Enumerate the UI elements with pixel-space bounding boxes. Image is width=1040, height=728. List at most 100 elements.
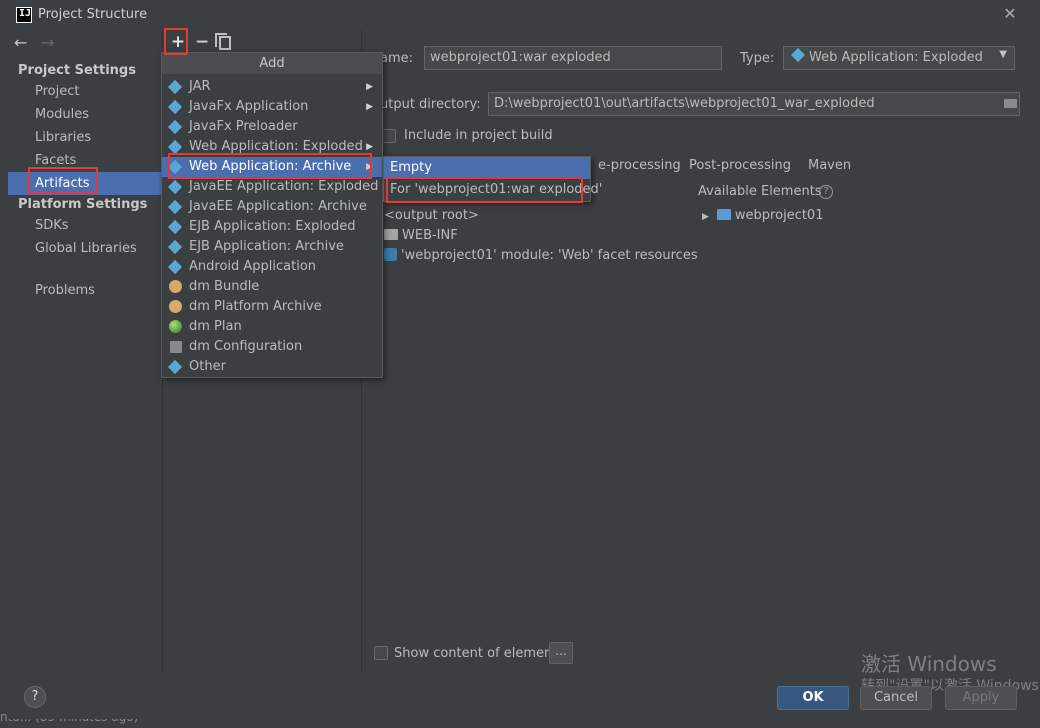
ejb-icon xyxy=(167,219,183,235)
output-directory-label: utput directory: xyxy=(380,97,481,112)
tab-maven[interactable]: Maven xyxy=(808,158,851,173)
highlight-for-exploded-item xyxy=(386,177,583,203)
highlight-artifacts-item xyxy=(28,167,98,194)
name-label: ame: xyxy=(380,51,414,66)
submenu-arrow-icon: ▶ xyxy=(366,102,373,112)
name-field[interactable]: webproject01:war exploded xyxy=(424,46,722,70)
submenu-arrow-icon: ▶ xyxy=(366,82,373,92)
forward-arrow-icon[interactable]: → xyxy=(41,33,54,52)
menu-item-ejb-app-archive[interactable]: EJB Application: Archive xyxy=(162,237,382,257)
menu-item-ejb-app-exploded[interactable]: EJB Application: Exploded xyxy=(162,217,382,237)
include-build-label: Include in project build xyxy=(404,128,553,143)
menu-item-dm-configuration[interactable]: dm Configuration xyxy=(162,337,382,357)
web-app-icon xyxy=(167,139,183,155)
background-ide-edge-left xyxy=(0,0,8,728)
menu-item-label: dm Plan xyxy=(189,319,242,334)
sidebar-item-project[interactable]: Project xyxy=(8,80,161,103)
activate-windows-watermark: 激活 Windows xyxy=(861,652,997,676)
background-ide-edge-right xyxy=(1032,0,1040,728)
output-root-node[interactable]: <output root> xyxy=(384,208,479,223)
menu-item-label: dm Configuration xyxy=(189,339,303,354)
menu-item-label: JavaFx Application xyxy=(189,99,309,114)
available-tree-item-label: webproject01 xyxy=(734,208,824,223)
other-icon xyxy=(167,359,183,375)
show-content-label: Show content of elements xyxy=(394,646,565,661)
show-content-checkbox[interactable] xyxy=(374,646,388,660)
folder-browse-icon[interactable] xyxy=(1004,99,1017,108)
include-build-checkbox[interactable] xyxy=(382,129,396,143)
submenu-item-empty[interactable]: Empty xyxy=(384,157,590,179)
ejb-icon xyxy=(167,239,183,255)
background-status-bar xyxy=(0,718,1040,728)
back-arrow-icon[interactable]: ← xyxy=(14,33,27,52)
more-options-button[interactable]: ... xyxy=(549,642,573,664)
help-button[interactable]: ? xyxy=(24,686,46,708)
apply-button[interactable]: Apply xyxy=(945,686,1017,710)
artifact-config-pane: ame: webproject01:war exploded Type: Web… xyxy=(362,30,1032,672)
javafx-icon xyxy=(167,119,183,135)
menu-item-javafx-application[interactable]: JavaFx Application ▶ xyxy=(162,97,382,117)
expand-arrow-icon[interactable]: ▶ xyxy=(702,212,709,222)
menu-item-dm-bundle[interactable]: dm Bundle xyxy=(162,277,382,297)
cancel-button[interactable]: Cancel xyxy=(860,686,932,710)
menu-item-dm-plan[interactable]: dm Plan xyxy=(162,317,382,337)
javafx-icon xyxy=(167,99,183,115)
bundle-icon xyxy=(169,280,182,293)
web-facet-icon xyxy=(384,248,397,261)
bundle-icon xyxy=(169,300,182,313)
web-inf-node[interactable]: WEB-INF xyxy=(384,228,458,243)
title-bar: IJ Project Structure ✕ xyxy=(8,0,1032,30)
type-label: Type: xyxy=(740,51,775,66)
sidebar-item-sdks[interactable]: SDKs xyxy=(8,214,161,237)
module-folder-icon xyxy=(716,209,731,220)
menu-item-label: JavaFx Preloader xyxy=(189,119,298,134)
menu-item-javafx-preloader[interactable]: JavaFx Preloader xyxy=(162,117,382,137)
sidebar-item-global-libraries[interactable]: Global Libraries xyxy=(8,237,161,260)
copy-icon[interactable] xyxy=(215,33,231,50)
add-menu-title: Add xyxy=(162,53,382,74)
settings-sidebar: ← → Project Settings Project Modules Lib… xyxy=(8,30,161,672)
facet-resources-label: 'webproject01' module: 'Web' facet resou… xyxy=(401,248,698,263)
sidebar-item-problems[interactable]: Problems xyxy=(8,279,161,302)
menu-item-jar[interactable]: JAR ▶ xyxy=(162,77,382,97)
jar-icon xyxy=(167,79,183,95)
highlight-add-button xyxy=(164,28,188,55)
menu-item-label: JAR xyxy=(189,79,211,94)
ok-button[interactable]: OK xyxy=(777,686,849,710)
close-icon[interactable]: ✕ xyxy=(1000,4,1020,24)
menu-item-label: Android Application xyxy=(189,259,317,274)
available-tree-item[interactable]: ▶ webproject01 xyxy=(702,208,823,223)
output-directory-field[interactable]: D:\webproject01\out\artifacts\webproject… xyxy=(488,92,1020,116)
window-title: Project Structure xyxy=(38,7,148,22)
type-select[interactable]: Web Application: Exploded ▼ xyxy=(783,46,1015,70)
web-inf-label: WEB-INF xyxy=(402,228,458,243)
sidebar-item-modules[interactable]: Modules xyxy=(8,103,161,126)
configuration-icon xyxy=(170,341,182,353)
help-circle-icon: ? xyxy=(819,185,833,199)
project-settings-header: Project Settings xyxy=(18,63,136,78)
menu-item-other[interactable]: Other xyxy=(162,357,382,377)
javaee-icon xyxy=(167,179,183,195)
sidebar-item-libraries[interactable]: Libraries xyxy=(8,126,161,149)
menu-item-javaee-app-archive[interactable]: JavaEE Application: Archive xyxy=(162,197,382,217)
add-artifact-menu: Add JAR ▶ JavaFx Application ▶ JavaFx Prel… xyxy=(161,52,383,378)
menu-item-label: EJB Application: Archive xyxy=(189,239,344,254)
facet-resources-node[interactable]: 'webproject01' module: 'Web' facet resou… xyxy=(384,248,698,263)
menu-item-label: JavaEE Application: Archive xyxy=(189,199,367,214)
android-icon xyxy=(167,259,183,275)
remove-icon[interactable]: − xyxy=(195,33,209,51)
available-elements-label: Available Elements xyxy=(698,184,822,199)
menu-item-label: JavaEE Application: Exploded xyxy=(189,179,379,194)
menu-item-javaee-app-exploded[interactable]: JavaEE Application: Exploded xyxy=(162,177,382,197)
menu-item-label: dm Platform Archive xyxy=(189,299,322,314)
platform-settings-header: Platform Settings xyxy=(18,197,148,212)
globe-icon xyxy=(169,320,182,333)
folder-icon xyxy=(384,229,398,240)
tab-post-processing[interactable]: Post-processing xyxy=(689,158,791,173)
menu-item-label: EJB Application: Exploded xyxy=(189,219,356,234)
tab-pre-processing[interactable]: e-processing xyxy=(598,158,681,173)
menu-item-dm-platform-archive[interactable]: dm Platform Archive xyxy=(162,297,382,317)
menu-item-android-application[interactable]: Android Application xyxy=(162,257,382,277)
menu-item-label: Other xyxy=(189,359,226,374)
type-select-value: Web Application: Exploded xyxy=(809,50,983,65)
